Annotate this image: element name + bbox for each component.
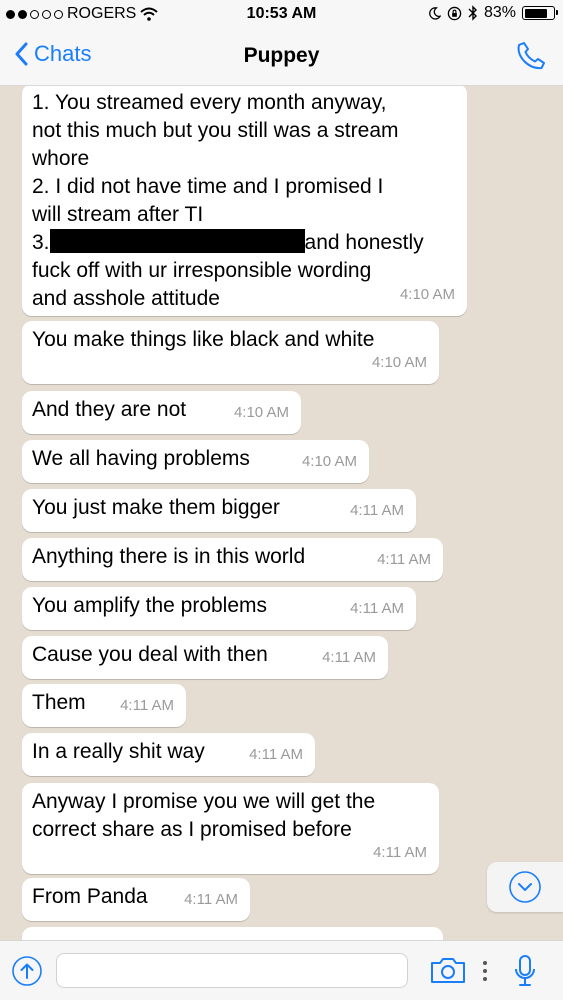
microphone-icon bbox=[515, 955, 535, 986]
message-text: Anyway I promise you we will get the cor… bbox=[32, 790, 376, 841]
message-bubble: You make things like black and white 4:1… bbox=[22, 321, 439, 384]
rotation-lock-icon bbox=[447, 6, 462, 20]
message-time: 4:11 AM bbox=[184, 891, 238, 908]
message-time: 4:11 AM bbox=[322, 649, 376, 666]
message-bubble: From Panda 4:11 AM bbox=[22, 878, 250, 921]
chevron-down-circle-icon bbox=[509, 871, 541, 903]
message-text: 1. You streamed every month anyway, not … bbox=[32, 91, 424, 310]
message-time: 4:10 AM bbox=[371, 354, 427, 371]
camera-icon bbox=[431, 958, 465, 983]
message-time: 4:10 AM bbox=[301, 453, 357, 470]
message-bubble: And they are not 4:10 AM bbox=[22, 391, 301, 434]
phone-icon bbox=[517, 42, 545, 70]
status-bar: ROGERS 10:53 AM 83% bbox=[0, 0, 563, 28]
message-bubble-partial bbox=[22, 927, 443, 940]
message-bubble: We all having problems 4:10 AM bbox=[22, 440, 369, 483]
message-bubble: Cause you deal with then 4:11 AM bbox=[22, 636, 388, 679]
message-list[interactable]: 1. You streamed every month anyway, not … bbox=[0, 86, 563, 940]
more-button[interactable] bbox=[482, 960, 488, 987]
message-bubble: Anything there is in this world 4:11 AM bbox=[22, 538, 443, 581]
message-bubble: In a really shit way 4:11 AM bbox=[22, 733, 315, 776]
microphone-button[interactable] bbox=[514, 954, 536, 993]
moon-icon bbox=[429, 6, 441, 20]
message-time: 4:11 AM bbox=[377, 551, 431, 568]
compose-bar bbox=[0, 940, 563, 1000]
call-button[interactable] bbox=[515, 40, 547, 77]
message-bubble: 1. You streamed every month anyway, not … bbox=[22, 86, 467, 316]
status-right: 83% bbox=[428, 4, 558, 22]
message-bubble: You just make them bigger 4:11 AM bbox=[22, 489, 416, 532]
chat-title[interactable]: Puppey bbox=[0, 44, 563, 68]
message-time: 4:10 AM bbox=[233, 404, 289, 421]
message-bubble: Them 4:11 AM bbox=[22, 684, 186, 727]
message-bubble: You amplify the problems 4:11 AM bbox=[22, 587, 416, 630]
message-bubble: Anyway I promise you we will get the cor… bbox=[22, 783, 439, 874]
bluetooth-icon bbox=[468, 5, 477, 21]
message-time: 4:11 AM bbox=[350, 600, 404, 617]
nav-bar: Chats Puppey bbox=[0, 28, 563, 86]
redaction-bar bbox=[49, 229, 305, 253]
battery-percent: 83% bbox=[483, 4, 516, 21]
scroll-to-bottom-button[interactable] bbox=[487, 862, 563, 912]
message-time: 4:11 AM bbox=[120, 697, 174, 714]
attach-button[interactable] bbox=[11, 955, 43, 992]
message-time: 4:11 AM bbox=[373, 844, 427, 861]
arrow-up-circle-icon bbox=[12, 956, 42, 986]
message-text: You make things like black and white bbox=[32, 328, 375, 351]
camera-button[interactable] bbox=[430, 956, 466, 989]
more-dots-icon bbox=[483, 961, 487, 981]
battery-icon bbox=[522, 6, 558, 20]
message-text: Anything there is in this world bbox=[32, 545, 306, 568]
message-time: 4:11 AM bbox=[249, 746, 303, 763]
message-time: 4:11 AM bbox=[350, 502, 404, 519]
message-input[interactable] bbox=[56, 953, 408, 988]
message-time: 4:10 AM bbox=[399, 286, 455, 303]
